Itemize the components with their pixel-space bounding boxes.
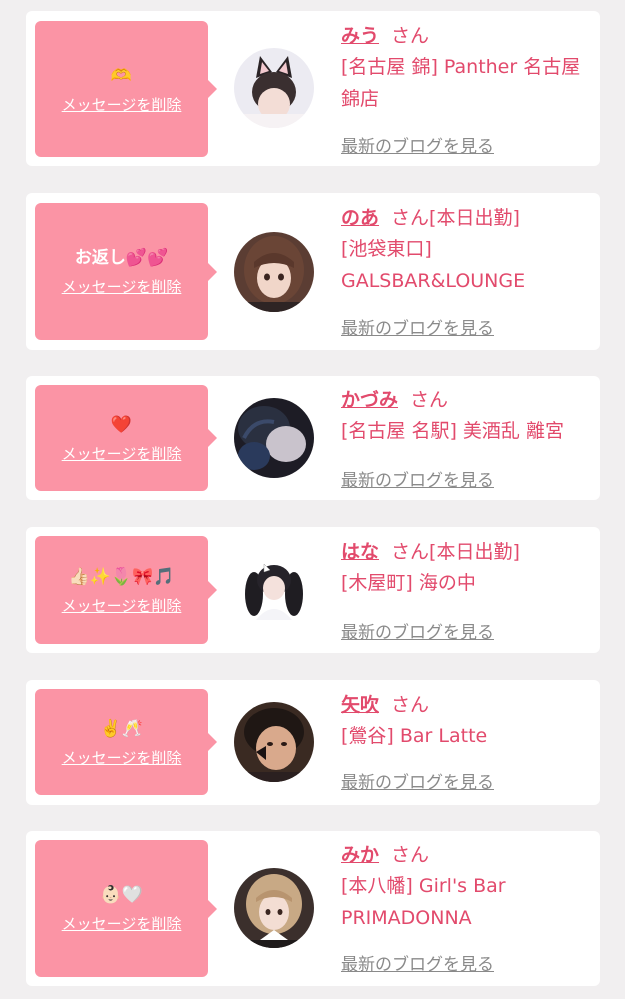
latest-blog-link[interactable]: 最新のブログを見る <box>341 466 494 491</box>
cast-info: のあ さん[本日出勤] [池袋東口] GALSBAR&LOUNGE <box>341 203 596 297</box>
message-card: お返し💕💕 メッセージを削除 のあ さん[本日出勤] [池袋東口] GALSBAR… <box>26 193 600 350</box>
cast-name-link[interactable]: はな <box>341 541 379 563</box>
avatar[interactable] <box>234 702 314 782</box>
cast-info: はな さん[本日出勤] [木屋町] 海の中 <box>341 537 596 599</box>
cast-name-link[interactable]: 矢吹 <box>341 694 379 716</box>
cast-name-link[interactable]: のあ <box>341 207 379 229</box>
message-bubble: 👶🏻🤍 メッセージを削除 <box>35 840 217 977</box>
cast-name-link[interactable]: みか <box>341 844 379 866</box>
message-text: 👍🏻✨🌷🎀🎵 <box>68 566 175 587</box>
status-text: [本日出勤] <box>429 207 520 229</box>
delete-message-link[interactable]: メッセージを削除 <box>62 276 182 297</box>
shop-name: [本八幡] Girl's Bar PRIMADONNA <box>341 875 506 929</box>
message-card: 🫶 メッセージを削除 みう さん [名古屋 錦] Panther 名古屋 錦店 最… <box>26 11 600 166</box>
latest-blog-link[interactable]: 最新のブログを見る <box>341 132 494 157</box>
delete-message-link[interactable]: メッセージを削除 <box>62 595 182 616</box>
cast-info: かづみ さん [名古屋 名駅] 美酒乱 離宮 <box>341 385 596 447</box>
honorific: さん <box>391 207 430 229</box>
cast-info: みう さん [名古屋 錦] Panther 名古屋 錦店 <box>341 21 596 115</box>
cast-name-link[interactable]: かづみ <box>341 389 398 411</box>
shop-name: [鶯谷] Bar Latte <box>341 725 488 747</box>
twin-tail-girl-avatar <box>234 550 314 630</box>
status-text: [本日出勤] <box>429 541 520 563</box>
cast-info: 矢吹 さん [鶯谷] Bar Latte <box>341 690 596 752</box>
cat-ear-girl-avatar <box>234 48 314 128</box>
cast-info: みか さん [本八幡] Girl's Bar PRIMADONNA <box>341 840 596 934</box>
delete-message-link[interactable]: メッセージを削除 <box>62 94 182 115</box>
delete-message-link[interactable]: メッセージを削除 <box>62 443 182 464</box>
message-text: ✌️🥂 <box>100 718 143 739</box>
avatar[interactable] <box>234 48 314 128</box>
shop-name: [木屋町] 海の中 <box>341 572 476 594</box>
message-card: 👍🏻✨🌷🎀🎵 メッセージを削除 はな さん[本日出勤] [木屋町] 海の中 最新の… <box>26 527 600 653</box>
brown-hair-girl-avatar <box>234 232 314 312</box>
honorific: さん <box>410 389 449 411</box>
shop-name: [池袋東口] GALSBAR&LOUNGE <box>341 238 526 292</box>
latest-blog-link[interactable]: 最新のブログを見る <box>341 768 494 793</box>
message-bubble: ❤️ メッセージを削除 <box>35 385 217 491</box>
latest-blog-link[interactable]: 最新のブログを見る <box>341 618 494 643</box>
message-bubble: お返し💕💕 メッセージを削除 <box>35 203 217 340</box>
message-text: ❤️ <box>110 414 133 435</box>
cast-name-link[interactable]: みう <box>341 25 379 47</box>
face-sticker-avatar <box>234 702 314 782</box>
shop-name: [名古屋 名駅] 美酒乱 離宮 <box>341 420 564 442</box>
avatar[interactable] <box>234 868 314 948</box>
latest-blog-link[interactable]: 最新のブログを見る <box>341 314 494 339</box>
avatar[interactable] <box>234 550 314 630</box>
latest-blog-link[interactable]: 最新のブログを見る <box>341 950 494 975</box>
delete-message-link[interactable]: メッセージを削除 <box>62 913 182 934</box>
message-card: ❤️ メッセージを削除 かづみ さん [名古屋 名駅] 美酒乱 離宮 最新のブログ… <box>26 376 600 500</box>
dark-photo-avatar <box>234 398 314 478</box>
honorific: さん <box>391 694 430 716</box>
message-card: ✌️🥂 メッセージを削除 矢吹 さん [鶯谷] Bar Latte 最新のブログを… <box>26 680 600 805</box>
blonde-girl-avatar <box>234 868 314 948</box>
message-text: 🫶 <box>110 65 133 86</box>
honorific: さん <box>391 541 430 563</box>
honorific: さん <box>391 25 430 47</box>
message-card: 👶🏻🤍 メッセージを削除 みか さん [本八幡] Girl's Bar PRIMA… <box>26 831 600 986</box>
message-bubble: ✌️🥂 メッセージを削除 <box>35 689 217 795</box>
avatar[interactable] <box>234 232 314 312</box>
message-text: お返し💕💕 <box>74 248 169 268</box>
avatar[interactable] <box>234 398 314 478</box>
honorific: さん <box>391 844 430 866</box>
delete-message-link[interactable]: メッセージを削除 <box>62 747 182 768</box>
shop-name: [名古屋 錦] Panther 名古屋 錦店 <box>341 56 581 110</box>
message-bubble: 👍🏻✨🌷🎀🎵 メッセージを削除 <box>35 536 217 644</box>
message-text: 👶🏻🤍 <box>100 885 143 905</box>
message-bubble: 🫶 メッセージを削除 <box>35 21 217 157</box>
